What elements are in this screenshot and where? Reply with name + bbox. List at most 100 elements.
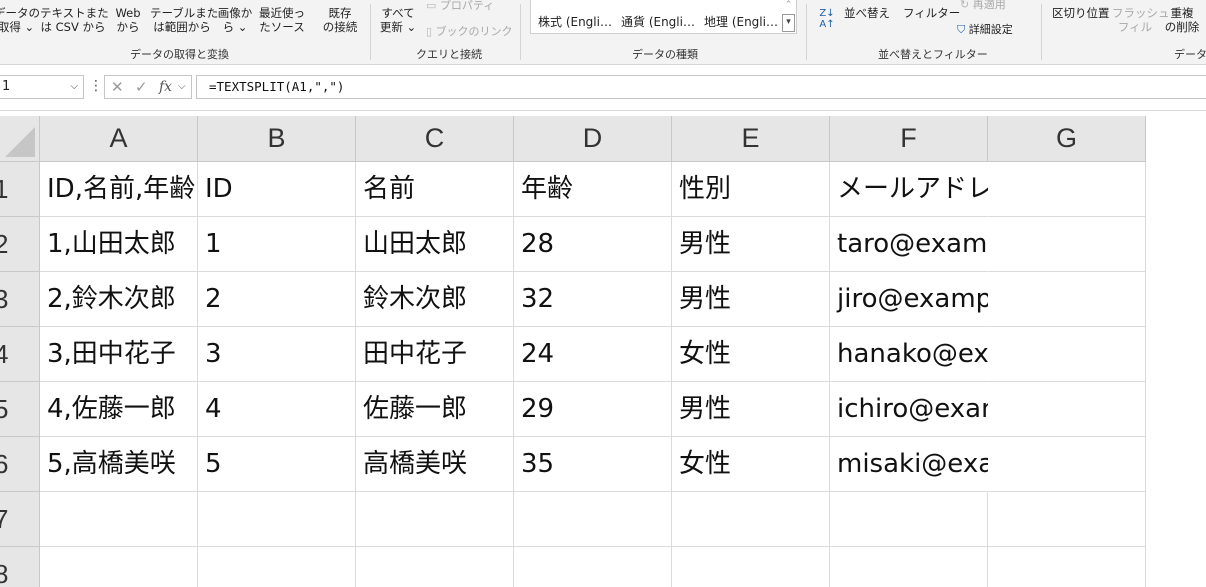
cell-e6[interactable]: 女性 — [672, 437, 830, 492]
close-icon[interactable]: ✕ — [111, 78, 124, 96]
cell-c8[interactable] — [356, 547, 514, 587]
cell-e8[interactable] — [672, 547, 830, 587]
column-header-f[interactable]: F — [830, 116, 988, 162]
cell-c1[interactable]: 名前 — [356, 162, 514, 217]
column-header-e[interactable]: E — [672, 116, 830, 162]
cell-a8[interactable] — [40, 547, 198, 587]
advanced-filter-button[interactable]: ⛉ 詳細設定 — [957, 23, 1013, 37]
cell-a2[interactable]: 1,山田太郎 — [40, 217, 198, 272]
cell-c2[interactable]: 山田太郎 — [356, 217, 514, 272]
refresh-all-button[interactable]: すべて 更新 ⌄ — [376, 6, 420, 34]
chevron-down-icon[interactable]: ⌵ — [70, 76, 78, 98]
cell-b4[interactable]: 3 — [198, 327, 356, 382]
cell-g8[interactable] — [988, 547, 1146, 587]
row-header-7[interactable]: 7 — [0, 492, 40, 547]
cell-a7[interactable] — [40, 492, 198, 547]
select-all-corner[interactable] — [0, 116, 40, 162]
column-header-d[interactable]: D — [514, 116, 672, 162]
existing-connections-button[interactable]: 既存 の接続 — [318, 6, 362, 34]
properties-button[interactable]: ▭ プロパティ — [426, 0, 494, 13]
check-icon[interactable]: ✓ — [135, 78, 148, 96]
cell-d2[interactable]: 28 — [514, 217, 672, 272]
from-picture-button[interactable]: 画像か ら ⌄ — [214, 6, 256, 34]
column-header-b[interactable]: B — [198, 116, 356, 162]
cell-e5[interactable]: 男性 — [672, 382, 830, 437]
cell-d6[interactable]: 35 — [514, 437, 672, 492]
reapply-button[interactable]: ↻ 再適用 — [960, 0, 1006, 12]
from-text-csv-button[interactable]: テキストまた は CSV から — [40, 6, 109, 34]
cell-e4[interactable]: 女性 — [672, 327, 830, 382]
workbook-links-button[interactable]: ▯ ブックのリンク — [426, 25, 513, 39]
cell-f8[interactable] — [830, 547, 988, 587]
data-type-currency[interactable]: 通貨 (Engli… — [621, 13, 695, 30]
row-header-8[interactable]: 8 — [0, 547, 40, 587]
cell-b8[interactable] — [198, 547, 356, 587]
cell-d5[interactable]: 29 — [514, 382, 672, 437]
cell-a4[interactable]: 3,田中花子 — [40, 327, 198, 382]
cell-g7[interactable] — [988, 492, 1146, 547]
row-header-1[interactable]: 1 — [0, 162, 40, 217]
cell-d3[interactable]: 32 — [514, 272, 672, 327]
sort-button[interactable]: 並べ替え — [844, 6, 890, 20]
data-type-geography[interactable]: 地理 (Engli… — [704, 13, 778, 30]
cell-c5[interactable]: 佐藤一郎 — [356, 382, 514, 437]
cell-f4[interactable]: hanako@example.com — [830, 327, 1134, 382]
cell-f3[interactable]: jiro@example.com — [830, 272, 1079, 327]
row-header-2[interactable]: 2 — [0, 217, 40, 272]
cell-b2[interactable]: 1 — [198, 217, 356, 272]
cell-b3[interactable]: 2 — [198, 272, 356, 327]
cell-f6[interactable]: misaki@example.com — [830, 437, 1123, 492]
filter-button[interactable]: フィルター — [903, 6, 960, 20]
data-type-stocks[interactable]: 株式 (Engli… — [538, 13, 612, 30]
from-table-range-button[interactable]: テーブルまた は範囲から — [150, 6, 218, 34]
from-web-button[interactable]: Web から — [110, 6, 146, 34]
gallery-expand-icon[interactable]: ▾ — [782, 14, 795, 32]
column-header-g[interactable]: G — [988, 116, 1146, 162]
text-to-columns-button[interactable]: 区切り位置 — [1052, 6, 1110, 20]
cell-c6[interactable]: 高橋美咲 — [356, 437, 514, 492]
cell-c3[interactable]: 鈴木次郎 — [356, 272, 514, 327]
cell-f2[interactable]: taro@example.com — [830, 217, 1091, 272]
cell-a1[interactable]: ID,名前,年齢 — [40, 162, 198, 217]
cell-d4[interactable]: 24 — [514, 327, 672, 382]
row-header-3[interactable]: 3 — [0, 272, 40, 327]
cell-g6[interactable] — [988, 437, 1146, 492]
cell-a6[interactable]: 5,高橋美咲 — [40, 437, 198, 492]
get-data-button[interactable]: データの 取得 ⌄ — [0, 6, 40, 34]
cell-c4[interactable]: 田中花子 — [356, 327, 514, 382]
column-header-a[interactable]: A — [40, 116, 198, 162]
cell-g4[interactable] — [988, 327, 1146, 382]
cell-b6[interactable]: 5 — [198, 437, 356, 492]
cell-d8[interactable] — [514, 547, 672, 587]
row-header-5[interactable]: 5 — [0, 382, 40, 437]
cell-a3[interactable]: 2,鈴木次郎 — [40, 272, 198, 327]
row-header-4[interactable]: 4 — [0, 327, 40, 382]
flash-fill-button[interactable]: フラッシュ フィル — [1112, 6, 1170, 34]
recent-sources-button[interactable]: 最近使っ たソース — [258, 6, 306, 34]
remove-duplicates-button[interactable]: 重複 の削除 — [1160, 6, 1204, 34]
cell-a5[interactable]: 4,佐藤一郎 — [40, 382, 198, 437]
cell-g5[interactable] — [988, 382, 1146, 437]
cell-e7[interactable] — [672, 492, 830, 547]
cell-e2[interactable]: 男性 — [672, 217, 830, 272]
cell-b7[interactable] — [198, 492, 356, 547]
cell-f7[interactable] — [830, 492, 988, 547]
name-box[interactable]: 1 ⌵ — [0, 75, 84, 99]
cell-e3[interactable]: 男性 — [672, 272, 830, 327]
cell-c7[interactable] — [356, 492, 514, 547]
cell-d1[interactable]: 年齢 — [514, 162, 672, 217]
sort-az-icon[interactable]: Z↓ A↑ — [818, 8, 836, 30]
column-header-c[interactable]: C — [356, 116, 514, 162]
cell-b1[interactable]: ID — [198, 162, 356, 217]
cell-d7[interactable] — [514, 492, 672, 547]
insert-function-icon[interactable]: fx — [159, 79, 172, 95]
cell-b5[interactable]: 4 — [198, 382, 356, 437]
cell-f1[interactable]: メールアドレス — [830, 162, 1019, 217]
more-options-icon[interactable]: ⋮ — [89, 78, 103, 94]
cell-g2[interactable] — [988, 217, 1146, 272]
gallery-scroll-up-icon[interactable]: ⌃ — [782, 0, 795, 12]
formula-input[interactable]: =TEXTSPLIT(A1,",") — [196, 75, 1206, 99]
row-header-6[interactable]: 6 — [0, 437, 40, 492]
chevron-down-icon[interactable]: ⌵ — [178, 81, 186, 92]
cell-e1[interactable]: 性別 — [672, 162, 830, 217]
